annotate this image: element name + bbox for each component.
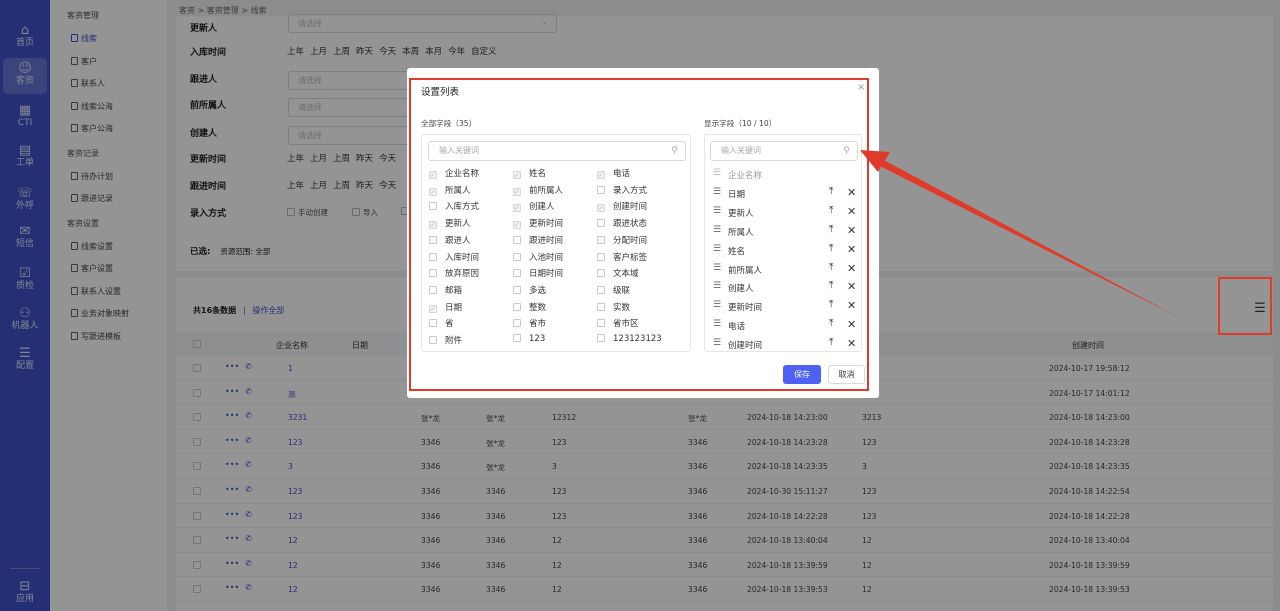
app-root: ⌂ 首页 ☺ 客资 ▦ CTI ▤ 工单 ☏ 外呼 ✉ 短信 ☑ 质检 ⚇ 机器人 ☰ 配置 ⊟ 应用 客资管理 线索客… [0,0,1280,611]
dialog-highlight-box [409,78,869,391]
settings-highlight-box [1218,277,1272,335]
